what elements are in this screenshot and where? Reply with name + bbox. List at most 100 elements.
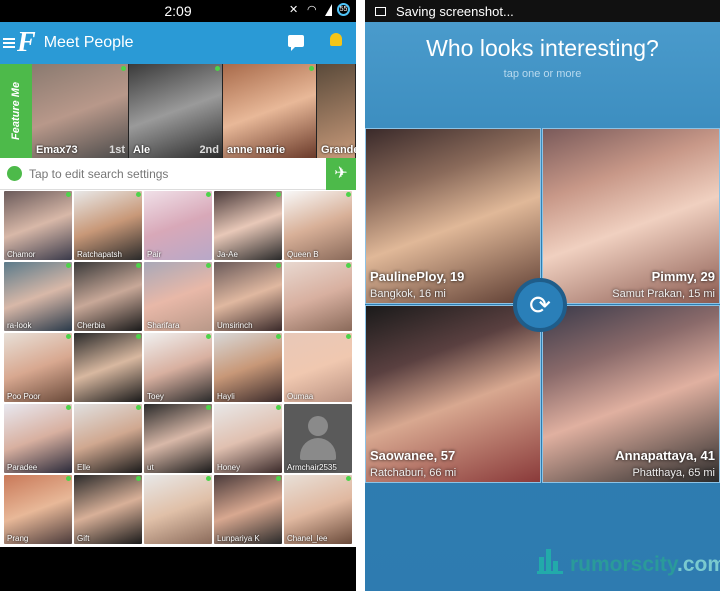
profile-thumbnail[interactable]: Sharifara bbox=[144, 262, 212, 331]
featured-name: Ale bbox=[133, 144, 151, 156]
online-indicator bbox=[206, 192, 211, 197]
online-indicator bbox=[276, 192, 281, 197]
wifi-icon: ◠ bbox=[307, 4, 317, 16]
profile-thumbnail[interactable]: Oumaa bbox=[284, 333, 352, 402]
profile-name: Paradee bbox=[7, 463, 38, 472]
profile-thumbnail[interactable]: Prang bbox=[4, 475, 72, 544]
online-indicator bbox=[215, 66, 220, 71]
feature-me-button[interactable]: Feature Me bbox=[0, 64, 32, 158]
profile-name: ra-look bbox=[7, 321, 32, 330]
card-name: Saowanee, 57 bbox=[370, 448, 456, 463]
profile-name: Honey bbox=[217, 463, 241, 472]
profile-card[interactable]: Annapattaya, 41 Phatthaya, 65 mi bbox=[542, 305, 720, 483]
online-indicator bbox=[66, 405, 71, 410]
profile-name: Elle bbox=[77, 463, 91, 472]
profile-thumbnail[interactable] bbox=[284, 262, 352, 331]
profile-card[interactable]: Pimmy, 29 Samut Prakan, 15 mi bbox=[542, 128, 720, 304]
online-indicator bbox=[346, 334, 351, 339]
app-logo[interactable]: F bbox=[17, 27, 36, 59]
online-indicator bbox=[136, 263, 141, 268]
online-indicator bbox=[346, 263, 351, 268]
profile-thumbnail[interactable]: Toey bbox=[144, 333, 212, 402]
status-notification: Saving screenshot... bbox=[396, 3, 514, 19]
page-subtitle: tap one or more bbox=[503, 68, 582, 80]
profile-name: Chamor bbox=[7, 250, 36, 259]
mute-icon: ✕ bbox=[289, 4, 299, 16]
online-indicator bbox=[121, 66, 126, 71]
page-title: Meet People bbox=[43, 34, 134, 51]
profile-thumbnail[interactable]: Lunpariya K bbox=[214, 475, 282, 544]
card-location: Ratchaburi, 66 mi bbox=[370, 467, 457, 479]
profile-thumbnail[interactable]: Queen B bbox=[284, 191, 352, 260]
profile-name: Pair bbox=[147, 250, 162, 259]
online-indicator bbox=[66, 334, 71, 339]
profile-thumbnail[interactable]: Ja-Ae bbox=[214, 191, 282, 260]
chat-icon[interactable] bbox=[288, 35, 304, 51]
online-indicator bbox=[206, 476, 211, 481]
profile-name: Toey bbox=[147, 392, 164, 401]
card-location: Phatthaya, 65 mi bbox=[632, 467, 715, 479]
menu-icon[interactable] bbox=[3, 36, 15, 50]
status-clock: 2:09 bbox=[164, 3, 192, 19]
navigation-area bbox=[0, 547, 356, 591]
globe-icon bbox=[7, 166, 22, 181]
online-indicator bbox=[136, 476, 141, 481]
profile-name: Poo Poor bbox=[7, 392, 41, 401]
online-indicator bbox=[66, 476, 71, 481]
profile-name: Lunpariya K bbox=[217, 534, 260, 543]
status-bar: 2:09 ✕ ◠ 55 bbox=[0, 0, 356, 22]
featured-profile[interactable]: anne marie bbox=[223, 64, 317, 158]
featured-profile[interactable]: Grande bbox=[317, 64, 356, 158]
online-indicator bbox=[346, 192, 351, 197]
profile-thumbnail[interactable]: Cherbia bbox=[74, 262, 142, 331]
refresh-icon[interactable]: ⟳ bbox=[513, 278, 567, 332]
profile-thumbnail[interactable] bbox=[144, 475, 212, 544]
page-title: Who looks interesting? bbox=[426, 35, 659, 61]
profile-name: Ratchapatsh bbox=[77, 250, 122, 259]
profile-thumbnail[interactable]: Gift bbox=[74, 475, 142, 544]
profile-thumbnail[interactable] bbox=[74, 333, 142, 402]
battery-icon: 55 bbox=[337, 3, 350, 16]
signal-icon bbox=[325, 3, 332, 16]
card-location: Samut Prakan, 15 mi bbox=[612, 288, 715, 300]
featured-profile[interactable]: Emax73 1st bbox=[32, 64, 129, 158]
profile-thumbnail[interactable]: Ratchapatsh bbox=[74, 191, 142, 260]
profile-thumbnail[interactable]: ut bbox=[144, 404, 212, 473]
profile-thumbnail[interactable]: Chanel_lee bbox=[284, 475, 352, 544]
profile-thumbnail[interactable]: Chamor bbox=[4, 191, 72, 260]
featured-name: Grande bbox=[321, 144, 356, 156]
airplane-icon[interactable]: ✈ bbox=[326, 158, 356, 190]
online-indicator bbox=[136, 192, 141, 197]
online-indicator bbox=[206, 405, 211, 410]
people-grid: Chamor Ratchapatsh Pair Ja-Ae Queen B ra… bbox=[0, 190, 356, 547]
search-settings-bar[interactable]: Tap to edit search settings ✈ bbox=[0, 158, 356, 190]
online-indicator bbox=[136, 334, 141, 339]
profile-thumbnail[interactable]: Armchair2535 bbox=[284, 404, 352, 473]
profile-thumbnail[interactable]: Umsirinch bbox=[214, 262, 282, 331]
online-indicator bbox=[66, 192, 71, 197]
profile-thumbnail[interactable]: Elle bbox=[74, 404, 142, 473]
profile-card[interactable]: Saowanee, 57 Ratchaburi, 66 mi bbox=[365, 305, 541, 483]
status-icons: ✕ ◠ 55 bbox=[289, 3, 350, 16]
featured-name: Emax73 bbox=[36, 144, 78, 156]
profile-name: Gift bbox=[77, 534, 90, 543]
profile-thumbnail[interactable]: Hayli bbox=[214, 333, 282, 402]
profile-thumbnail[interactable]: Pair bbox=[144, 191, 212, 260]
profile-thumbnail[interactable]: Paradee bbox=[4, 404, 72, 473]
featured-strip: Feature Me Emax73 1st Ale 2nd anne marie… bbox=[0, 64, 356, 158]
watermark: rumorscity.com bbox=[570, 553, 720, 577]
profile-name: Umsirinch bbox=[217, 321, 253, 330]
profile-thumbnail[interactable]: Poo Poor bbox=[4, 333, 72, 402]
bell-icon[interactable] bbox=[330, 33, 342, 46]
card-name: Pimmy, 29 bbox=[651, 269, 715, 284]
profile-name: ut bbox=[147, 463, 154, 472]
profile-card[interactable]: PaulinePloy, 19 Bangkok, 16 mi bbox=[365, 128, 541, 304]
watermark-icon bbox=[537, 549, 563, 574]
profile-name: Prang bbox=[7, 534, 29, 543]
online-indicator bbox=[346, 476, 351, 481]
featured-profile[interactable]: Ale 2nd bbox=[129, 64, 223, 158]
profile-thumbnail[interactable]: Honey bbox=[214, 404, 282, 473]
online-indicator bbox=[276, 476, 281, 481]
search-placeholder: Tap to edit search settings bbox=[29, 166, 169, 181]
profile-thumbnail[interactable]: ra-look bbox=[4, 262, 72, 331]
